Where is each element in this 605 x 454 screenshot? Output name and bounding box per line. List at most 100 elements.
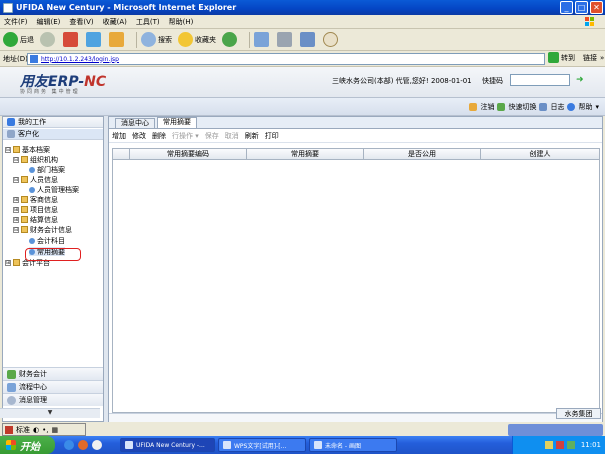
window-title: UFIDA New Century - Microsoft Internet E… (16, 3, 237, 12)
tree-node-org[interactable]: ⊟ 组织机构 (13, 155, 58, 164)
volume-icon[interactable] (566, 441, 575, 449)
favorites-button[interactable]: 收藏夹 (178, 32, 216, 47)
menu-edit[interactable]: 编辑(E) (37, 17, 61, 27)
menu-favorites[interactable]: 收藏(A) (103, 17, 127, 27)
tree-node-personnel-archive[interactable]: 人员管理档案 (29, 185, 79, 194)
tree-node-personnel[interactable]: ⊟ 人员信息 (13, 175, 58, 184)
search-button[interactable]: 搜索 (141, 32, 172, 47)
table-header: 常用摘要编码 常用摘要 是否公用 创建人 (113, 149, 599, 160)
tree-label: 财务会计信息 (30, 225, 72, 234)
menu-help[interactable]: 帮助(H) (169, 17, 194, 27)
column-header-public[interactable]: 是否公用 (364, 149, 481, 159)
delete-button[interactable]: 删除 (152, 131, 166, 141)
column-header-creator[interactable]: 创建人 (481, 149, 599, 159)
start-button[interactable]: 开始 (0, 436, 55, 454)
tree-label: 部门档案 (37, 165, 65, 174)
links-button[interactable]: 链接 (583, 53, 597, 63)
tab-common-summary[interactable]: 常用摘要 (157, 117, 197, 128)
quick-switch-link[interactable]: 快速切换 (508, 102, 536, 112)
task-ufida-ie[interactable]: UFIDA New Century -... (120, 438, 215, 452)
task-paint[interactable]: 未命名 - 画图 (309, 438, 397, 452)
log-link[interactable]: 日志 (550, 102, 564, 112)
maximize-button[interactable]: □ (575, 1, 588, 14)
menu-file[interactable]: 文件(F) (4, 17, 28, 27)
sidebar-my-work[interactable]: 我的工作 (3, 117, 103, 128)
collapse-icon[interactable]: ⊟ (13, 226, 19, 233)
history-button[interactable] (222, 32, 239, 47)
save-button[interactable]: 保存 (205, 131, 219, 141)
ime-moon-icon[interactable]: ◐ (33, 426, 39, 434)
media-quicklaunch-icon[interactable] (78, 440, 88, 450)
modify-button[interactable]: 修改 (132, 131, 146, 141)
switch-icon (497, 103, 506, 111)
tree-node-department[interactable]: 部门档案 (29, 165, 65, 174)
home-button[interactable] (109, 32, 126, 47)
tree-node-vendor[interactable]: ⊞ 客商信息 (13, 195, 58, 204)
add-button[interactable]: 增加 (112, 131, 126, 141)
network-icon[interactable] (544, 441, 553, 449)
collapse-icon[interactable]: ⊟ (13, 156, 19, 163)
collapse-icon[interactable]: ⊟ (5, 146, 11, 153)
column-header-code[interactable]: 常用摘要编码 (130, 149, 247, 159)
forward-button[interactable] (40, 32, 57, 47)
ime-punct-icon[interactable]: •, (42, 426, 48, 434)
refresh-button[interactable]: 刷新 (245, 131, 259, 141)
task-label: WPS文字[试用]-[... (234, 442, 287, 450)
tab-message-center[interactable]: 消息中心 (115, 118, 155, 128)
tree-node-settlement[interactable]: ⊞ 结算信息 (13, 215, 58, 224)
go-button[interactable]: 转到 (561, 53, 575, 63)
clock[interactable]: 11:01 (581, 441, 601, 449)
security-icon[interactable] (555, 441, 564, 449)
desktop-quicklaunch-icon[interactable] (92, 440, 102, 450)
ie-icon (3, 2, 13, 13)
tree-node-finance[interactable]: ⊟ 财务会计信息 (13, 225, 72, 234)
sidebar-financial-accounting[interactable]: 财务会计 (3, 367, 103, 380)
logout-link[interactable]: 注销 (480, 102, 494, 112)
close-button[interactable]: ✕ (590, 1, 603, 14)
edit-button[interactable] (300, 32, 317, 47)
print-button[interactable] (277, 32, 294, 47)
mail-button[interactable] (254, 32, 271, 47)
sidebar-customize[interactable]: 客户化 (3, 129, 103, 140)
home-icon (109, 32, 124, 47)
ime-keyboard-icon[interactable]: ▦ (51, 426, 58, 434)
ime-icon[interactable] (5, 425, 13, 434)
back-button[interactable]: 后退 (3, 32, 34, 47)
function-bar: 注销 快速切换 日志 帮助 ▾ (0, 98, 605, 116)
task-label: UFIDA New Century -... (136, 441, 205, 449)
stop-button[interactable] (63, 32, 80, 47)
column-header-summary[interactable]: 常用摘要 (247, 149, 364, 159)
links-more-button[interactable]: » (600, 54, 604, 62)
collapse-icon[interactable]: ⊟ (13, 176, 19, 183)
ime-mode[interactable]: 标准 (16, 425, 30, 435)
expand-icon[interactable]: ⊞ (13, 216, 19, 223)
quickcode-go-icon[interactable]: ➜ (576, 75, 586, 85)
expand-icon[interactable]: ⊞ (13, 206, 19, 213)
ie-quicklaunch-icon[interactable] (64, 440, 74, 450)
menu-tools[interactable]: 工具(T) (136, 17, 160, 27)
tree-node-accounts[interactable]: 会计科目 (29, 236, 65, 245)
help-dropdown-icon[interactable]: ▾ (595, 103, 599, 111)
quickcode-input[interactable] (510, 74, 570, 86)
company-greeting: 三峡水务公司(本部) 代管,您好! 2008-01-01 (332, 77, 472, 85)
tree-node-project[interactable]: ⊞ 项目信息 (13, 205, 58, 214)
tree-node-basic-archive[interactable]: ⊟ 基本档案 (5, 145, 50, 154)
expand-icon[interactable]: ⊞ (5, 259, 11, 266)
address-input[interactable]: http://10.1.2.243/login.jsp (27, 53, 545, 65)
sidebar-message-management[interactable]: 消息管理 (3, 393, 103, 406)
menu-view[interactable]: 查看(V) (69, 17, 93, 27)
sidebar-process-center[interactable]: 流程中心 (3, 380, 103, 393)
print-button[interactable]: 打印 (265, 131, 279, 141)
ime-bar: 标准 ◐ •, ▦ (2, 423, 86, 436)
sidebar-scroll-down[interactable]: ▼ (0, 408, 100, 418)
process-label: 流程中心 (19, 383, 47, 391)
row-operation-button[interactable]: 行操作 ▾ (172, 131, 199, 141)
help-link[interactable]: 帮助 (578, 102, 592, 112)
minimize-button[interactable]: _ (560, 1, 573, 14)
messenger-button[interactable] (323, 32, 340, 47)
expand-icon[interactable]: ⊞ (13, 196, 19, 203)
task-wps[interactable]: WPS文字[试用]-[... (218, 438, 306, 452)
go-icon[interactable] (548, 52, 559, 63)
refresh-button[interactable] (86, 32, 103, 47)
cancel-button[interactable]: 取消 (225, 131, 239, 141)
